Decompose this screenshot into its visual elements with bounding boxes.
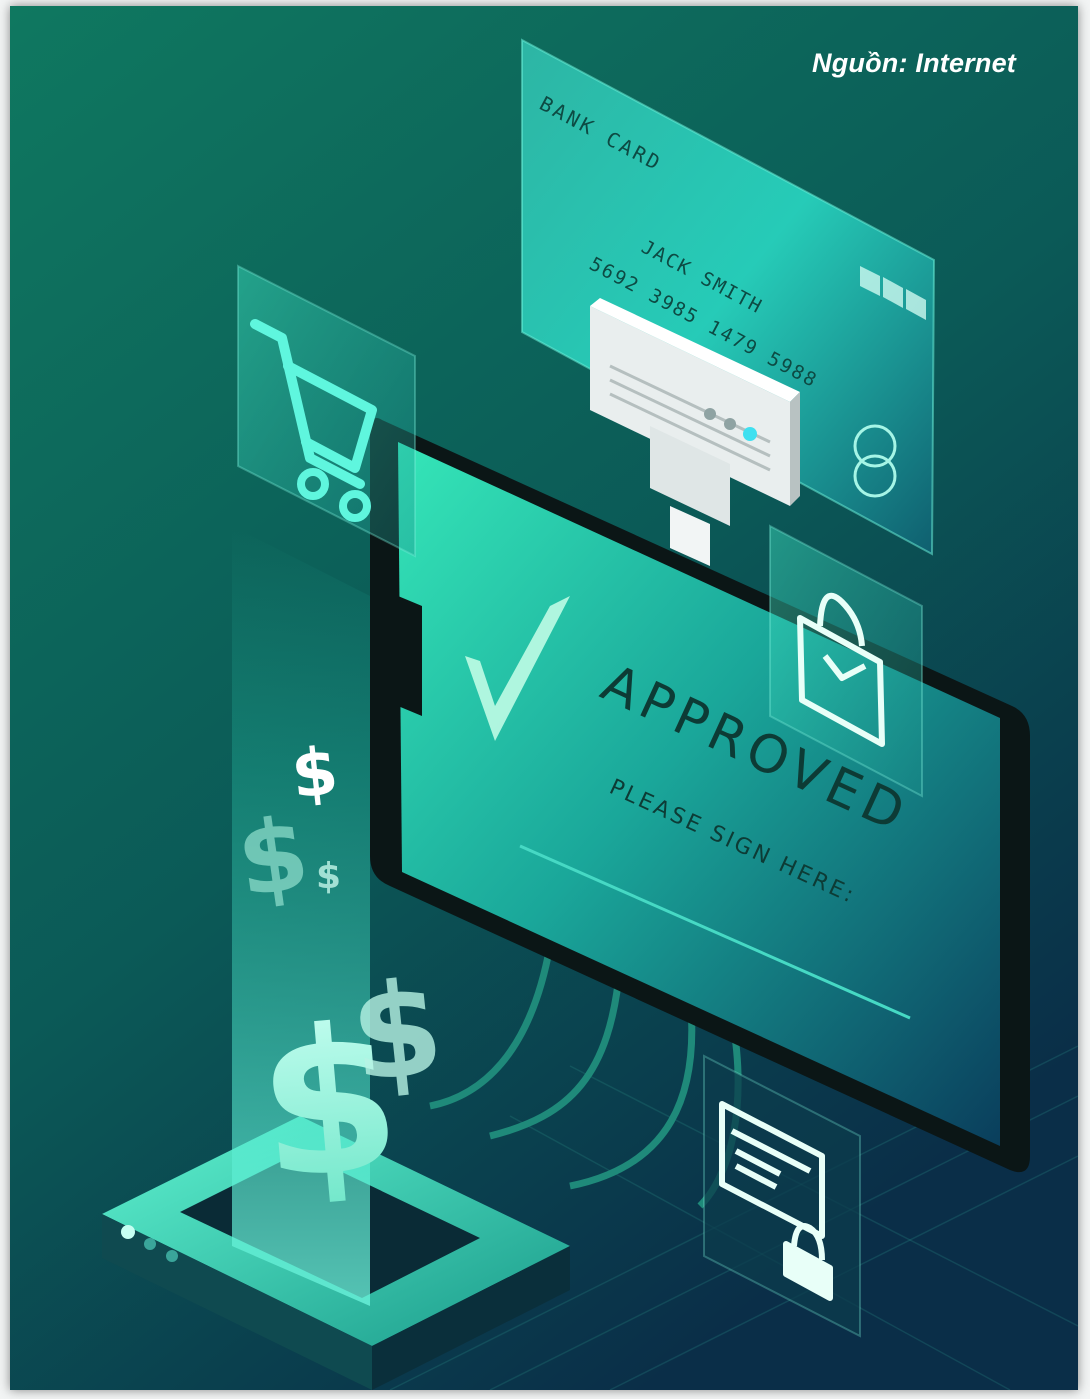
reader-led-active <box>743 427 757 441</box>
device-led-3 <box>166 1250 178 1262</box>
screen-notch <box>398 596 422 716</box>
reader-led-2 <box>724 418 736 430</box>
illustration-frame: APPROVED PLEASE SIGN HERE: BANK CARD JAC… <box>10 6 1078 1390</box>
dollar-sign-3: $ <box>316 856 341 897</box>
device-led-1 <box>121 1225 135 1239</box>
payment-illustration: APPROVED PLEASE SIGN HERE: BANK CARD JAC… <box>10 6 1078 1390</box>
device-led-2 <box>144 1238 156 1250</box>
dollar-sign-4: $ <box>344 951 450 1112</box>
source-caption: Nguồn: Internet <box>812 48 1016 78</box>
dollar-sign-2: $ <box>288 732 342 813</box>
reader-led-1 <box>704 408 716 420</box>
